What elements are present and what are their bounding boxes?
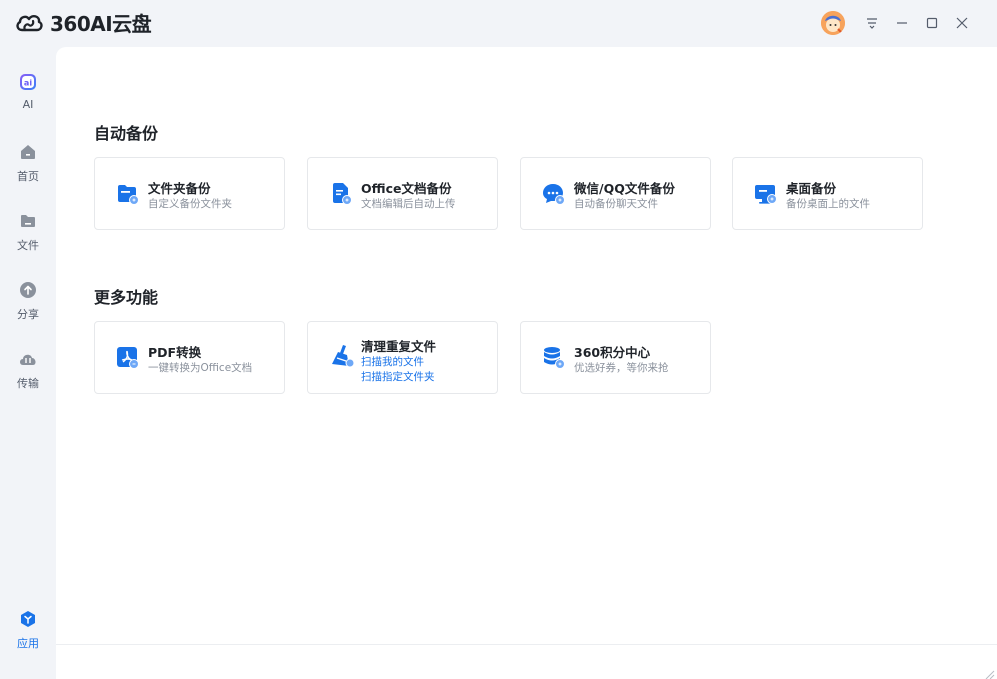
sidebar-item-share[interactable]: 分享 xyxy=(0,280,56,336)
transfer-icon xyxy=(18,349,38,369)
card-title: 清理重复文件 xyxy=(361,339,437,354)
cloud-logo-icon xyxy=(16,14,43,32)
app-logo: 360AI云盘 xyxy=(14,10,152,36)
card-title: PDF转换 xyxy=(148,345,202,360)
resize-grip-icon[interactable] xyxy=(983,665,995,679)
section-title-more: 更多功能 xyxy=(94,288,159,307)
sidebar-item-label: 分享 xyxy=(17,308,39,321)
scan-my-files-link[interactable]: 扫描我的文件 xyxy=(361,354,424,369)
home-icon xyxy=(18,142,38,162)
card-desktop-backup[interactable]: 桌面备份 备份桌面上的文件 xyxy=(732,157,923,230)
bottom-divider xyxy=(56,644,997,645)
card-points-center[interactable]: 360积分中心 优选好券，等你来抢 xyxy=(520,321,711,394)
card-subtitle: 备份桌面上的文件 xyxy=(786,198,870,210)
close-button[interactable] xyxy=(947,10,977,36)
card-chat-backup[interactable]: 微信/QQ文件备份 自动备份聊天文件 xyxy=(520,157,711,230)
chat-backup-icon xyxy=(542,182,566,206)
maximize-button[interactable] xyxy=(917,10,947,36)
avatar-face-icon xyxy=(821,11,845,35)
card-title: Office文档备份 xyxy=(361,181,452,196)
user-avatar[interactable] xyxy=(821,11,845,35)
sidebar-item-ai[interactable]: ai AI xyxy=(0,72,56,128)
card-subtitle: 一键转换为Office文档 xyxy=(148,362,253,374)
coin-stack-icon xyxy=(542,346,566,370)
sidebar-item-apps[interactable]: 应用 xyxy=(0,609,56,665)
card-subtitle: 自动备份聊天文件 xyxy=(574,198,658,210)
card-subtitle: 自定义备份文件夹 xyxy=(148,198,232,210)
menu-dropdown-button[interactable] xyxy=(857,10,887,36)
desktop-backup-icon xyxy=(754,182,778,206)
folder-icon xyxy=(18,211,38,231)
scan-folder-link[interactable]: 扫描指定文件夹 xyxy=(361,369,435,384)
card-subtitle: 文档编辑后自动上传 xyxy=(361,198,456,210)
menu-icon xyxy=(867,18,877,29)
sidebar-item-home[interactable]: 首页 xyxy=(0,142,56,198)
minimize-button[interactable] xyxy=(887,10,917,36)
minimize-icon xyxy=(897,22,907,24)
sidebar-item-files[interactable]: 文件 xyxy=(0,211,56,267)
card-folder-backup[interactable]: 文件夹备份 自定义备份文件夹 xyxy=(94,157,285,230)
sidebar: ai AI 首页 文件 分享 传输 应用 xyxy=(0,47,56,679)
sidebar-item-label: 传输 xyxy=(17,377,39,390)
sidebar-item-transfer[interactable]: 传输 xyxy=(0,349,56,405)
sidebar-item-label: 文件 xyxy=(17,239,39,252)
maximize-icon xyxy=(926,17,938,29)
svg-text:ai: ai xyxy=(24,79,32,88)
card-subtitle: 优选好券，等你来抢 xyxy=(574,362,669,374)
close-icon xyxy=(956,17,968,29)
sidebar-item-label: 应用 xyxy=(17,637,39,650)
pdf-convert-icon xyxy=(116,346,140,370)
office-doc-icon xyxy=(329,182,353,206)
card-office-backup[interactable]: Office文档备份 文档编辑后自动上传 xyxy=(307,157,498,230)
card-title: 桌面备份 xyxy=(786,181,837,196)
section-title-backup: 自动备份 xyxy=(94,124,159,143)
title-bar: 360AI云盘 xyxy=(0,0,997,47)
card-title: 微信/QQ文件备份 xyxy=(574,181,675,196)
main-panel: 自动备份 文件夹备份 自定义备份文件夹 Office文档备份 文档编辑后自动上传 xyxy=(56,47,997,679)
ai-icon: ai xyxy=(18,72,38,92)
sidebar-item-label: AI xyxy=(22,98,34,111)
card-title: 360积分中心 xyxy=(574,345,651,360)
share-icon xyxy=(18,280,38,300)
window-controls xyxy=(821,10,977,36)
broom-icon xyxy=(329,344,355,368)
sidebar-item-label: 首页 xyxy=(17,170,39,183)
folder-backup-icon xyxy=(116,182,140,206)
app-title: 360AI云盘 xyxy=(50,11,152,36)
apps-icon xyxy=(18,609,38,629)
card-title: 文件夹备份 xyxy=(148,181,211,196)
card-pdf-convert[interactable]: PDF转换 一键转换为Office文档 xyxy=(94,321,285,394)
card-clean-duplicates[interactable]: 清理重复文件 扫描我的文件 扫描指定文件夹 xyxy=(307,321,498,394)
